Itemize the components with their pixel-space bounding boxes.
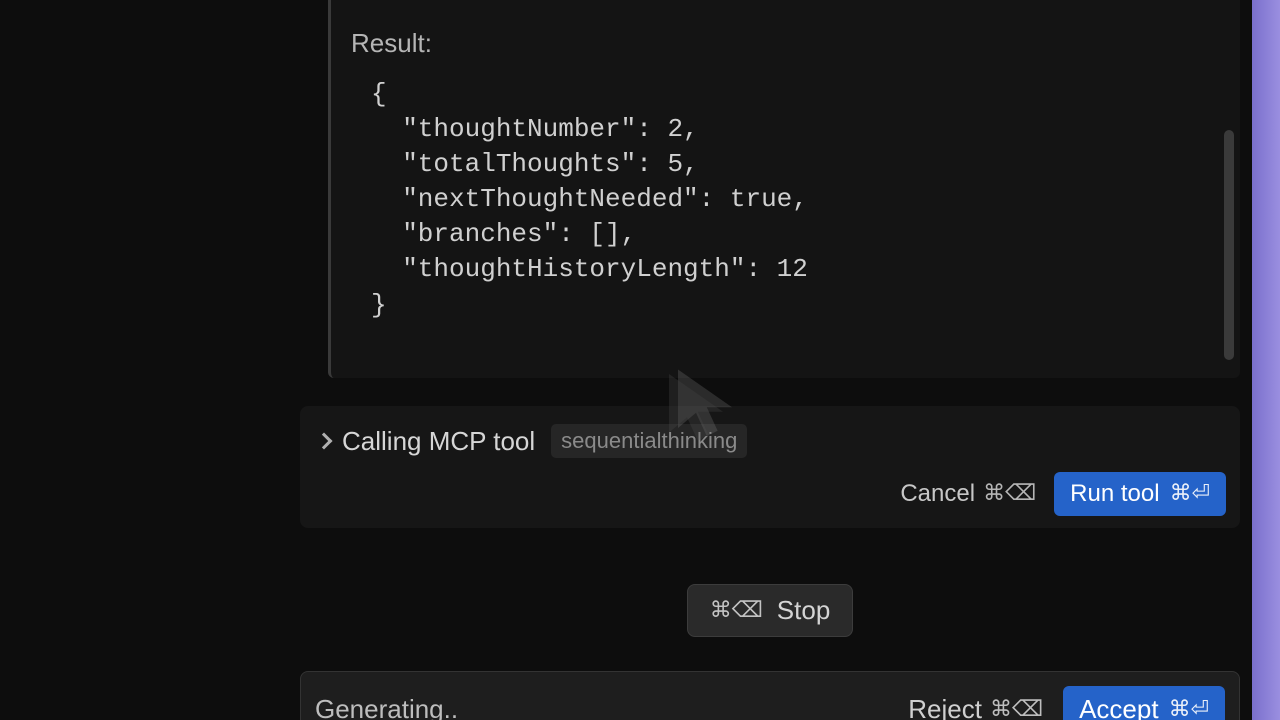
accept-kbd: ⌘⏎ [1169, 697, 1209, 720]
result-json: { "thoughtNumber": 2, "totalThoughts": 5… [331, 77, 1240, 341]
chevron-right-icon [316, 433, 333, 450]
run-tool-button[interactable]: Run tool ⌘⏎ [1054, 472, 1226, 516]
scrollbar[interactable] [1224, 130, 1234, 360]
result-label: Result: [331, 0, 1240, 77]
cancel-label: Cancel [900, 480, 975, 508]
stop-kbd: ⌘⌫ [710, 598, 763, 624]
cancel-kbd: ⌘⌫ [983, 481, 1036, 507]
accept-button[interactable]: Accept ⌘⏎ [1063, 686, 1225, 720]
right-accent-strip [1252, 0, 1280, 720]
generating-label: Generating.. [315, 694, 458, 720]
main-panel: Result: { "thoughtNumber": 2, "totalThou… [300, 0, 1240, 720]
accept-label: Accept [1079, 694, 1159, 720]
tool-call-header[interactable]: Calling MCP tool sequentialthinking [314, 424, 1226, 458]
cancel-button[interactable]: Cancel ⌘⌫ [900, 480, 1036, 508]
result-panel: Result: { "thoughtNumber": 2, "totalThou… [328, 0, 1240, 378]
reject-button[interactable]: Reject ⌘⌫ [908, 694, 1043, 720]
reject-label: Reject [908, 694, 982, 720]
tool-name-badge: sequentialthinking [551, 424, 747, 458]
run-label: Run tool [1070, 480, 1159, 508]
reject-kbd: ⌘⌫ [990, 697, 1043, 720]
stop-row: ⌘⌫ Stop [300, 584, 1240, 637]
generating-row: Generating.. Reject ⌘⌫ Accept ⌘⏎ [300, 671, 1240, 720]
run-kbd: ⌘⏎ [1170, 481, 1210, 507]
stop-label: Stop [777, 595, 831, 626]
tool-call-label: Calling MCP tool [342, 426, 535, 457]
tool-call-panel: Calling MCP tool sequentialthinking Canc… [300, 406, 1240, 528]
stop-button[interactable]: ⌘⌫ Stop [687, 584, 854, 637]
tool-actions: Cancel ⌘⌫ Run tool ⌘⏎ [314, 472, 1226, 516]
generating-actions: Reject ⌘⌫ Accept ⌘⏎ [908, 686, 1225, 720]
